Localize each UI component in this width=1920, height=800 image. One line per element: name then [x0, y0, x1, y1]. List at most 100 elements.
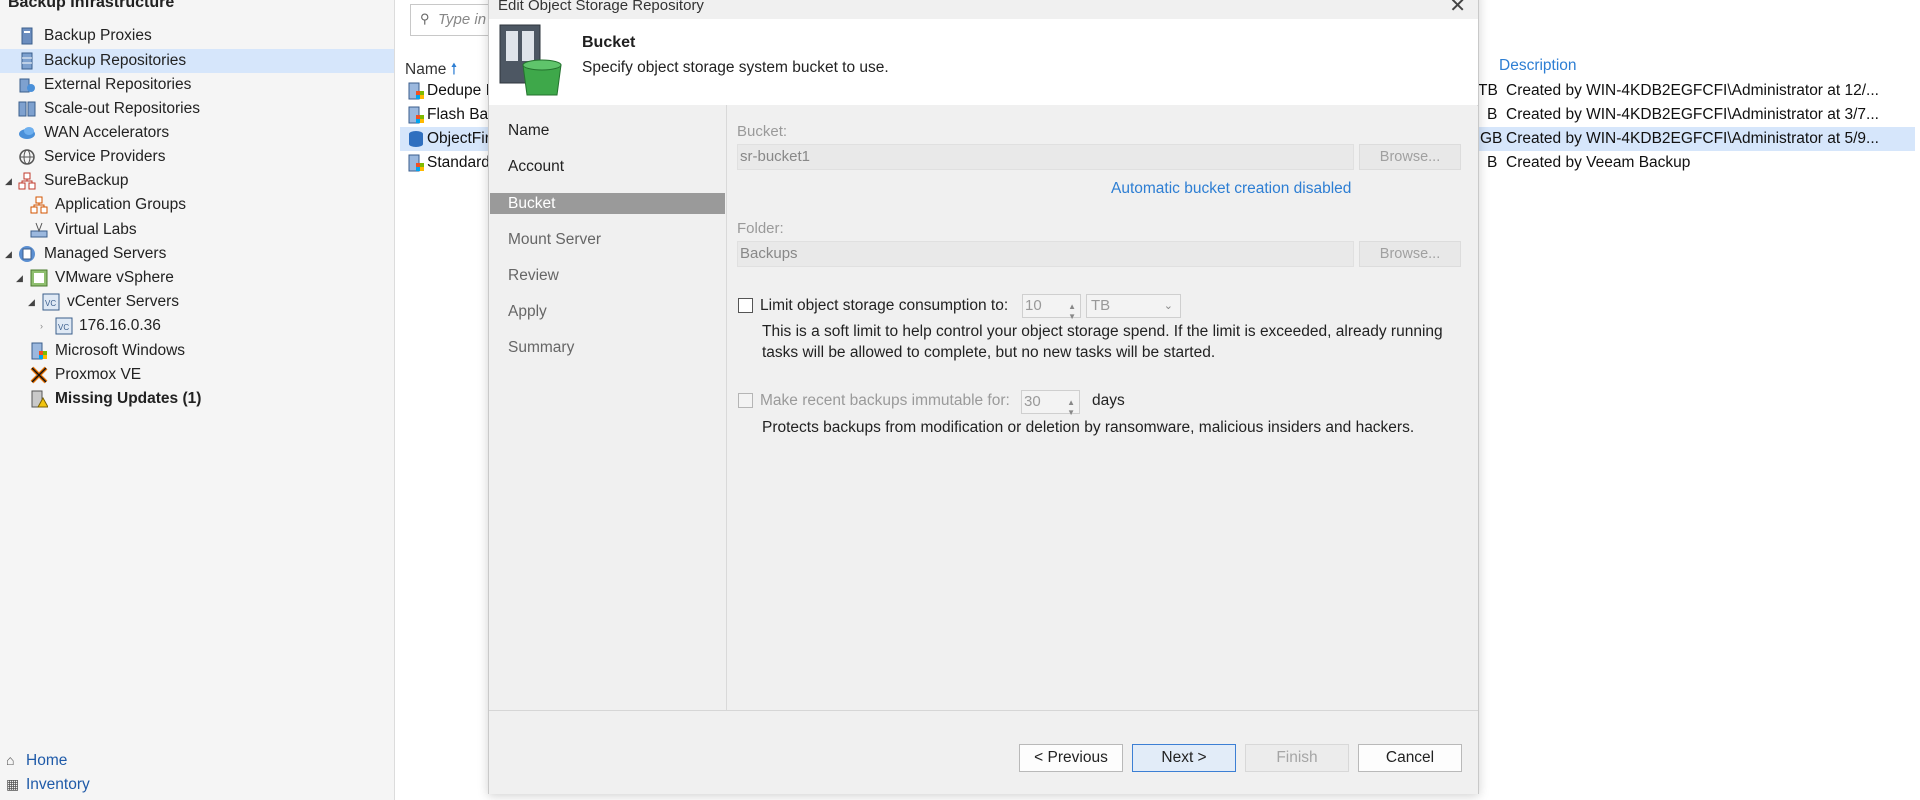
tree-item-label: Microsoft Windows	[55, 342, 186, 359]
tree-item-service-providers[interactable]: Service Providers	[0, 145, 394, 169]
windows-icon	[30, 342, 48, 360]
dialog-footer: < Previous Next > Finish Cancel	[489, 710, 1478, 794]
tree-item-vcenter-176-16-0-36[interactable]: › VC 176.16.0.36	[0, 314, 394, 338]
tree-item-label: Virtual Labs	[55, 221, 137, 238]
row-name: Flash Bac	[427, 106, 496, 123]
dialog-title: Edit Object Storage Repository	[498, 0, 704, 14]
wizard-step-review[interactable]: Review	[490, 265, 725, 286]
tree-item-label: WAN Accelerators	[44, 124, 170, 141]
column-header-description[interactable]: Description	[1499, 57, 1577, 75]
limit-value: 10	[1025, 297, 1042, 314]
limit-unit-select[interactable]: TB ⌄	[1086, 294, 1181, 318]
collapse-arrow-icon[interactable]: ◢	[5, 169, 12, 193]
row-description: Created by Veeam Backup	[1506, 154, 1691, 171]
search-input[interactable]: Type in	[438, 11, 486, 28]
tree-item-managed-servers[interactable]: ◢ Managed Servers	[0, 242, 394, 266]
collapse-arrow-icon[interactable]: ◢	[5, 242, 12, 266]
tree-item-label: SureBackup	[44, 172, 129, 189]
vcenter-icon: VC	[42, 293, 60, 311]
row-description: Created by WIN-4KDB2EGFCFI\Administrator…	[1506, 82, 1879, 99]
close-icon[interactable]: ✕	[1449, 0, 1466, 18]
wizard-step-summary[interactable]: Summary	[490, 337, 725, 358]
home-icon: ⌂	[6, 752, 15, 768]
panel-title: Backup Infrastructure	[8, 0, 175, 11]
nav-inventory-label: Inventory	[26, 776, 90, 793]
wizard-step-name[interactable]: Name	[490, 120, 725, 141]
expand-arrow-icon[interactable]: ›	[40, 314, 43, 338]
row-size-suffix: B	[1487, 106, 1498, 123]
limit-help-text: This is a soft limit to help control you…	[762, 323, 1443, 340]
tree-item-label: 176.16.0.36	[79, 317, 161, 334]
sort-ascending-icon: 🠕	[450, 61, 458, 78]
application-group-icon	[30, 196, 48, 214]
tree-item-scaleout-repositories[interactable]: Scale-out Repositories	[0, 97, 394, 121]
tree-item-surebackup[interactable]: ◢ SureBackup	[0, 169, 394, 193]
wizard-step-apply[interactable]: Apply	[490, 301, 725, 322]
search-icon: ⚲	[420, 11, 430, 26]
limit-unit-value: TB	[1091, 297, 1111, 314]
folder-field[interactable]: Backups	[737, 241, 1354, 267]
limit-value-stepper[interactable]: 10 ▲ ▼	[1022, 294, 1081, 321]
folder-browse-button[interactable]: Browse...	[1359, 241, 1461, 267]
tree-item-wan-accelerators[interactable]: WAN Accelerators	[0, 121, 394, 145]
nav-inventory[interactable]: ▦ Inventory	[6, 776, 90, 794]
tree-item-virtual-labs[interactable]: Virtual Labs	[0, 218, 394, 242]
bucket-browse-button[interactable]: Browse...	[1359, 144, 1461, 170]
repository-icon	[407, 106, 425, 124]
repository-icon	[407, 82, 425, 100]
immutable-unit-label: days	[1092, 392, 1125, 409]
row-name: Standard	[427, 154, 490, 171]
tree-item-application-groups[interactable]: Application Groups	[0, 193, 394, 217]
wizard-step-mount-server[interactable]: Mount Server	[490, 229, 725, 250]
nav-home[interactable]: ⌂ Home	[6, 752, 67, 770]
tree-item-label: Managed Servers	[44, 245, 167, 262]
wizard-step-bucket[interactable]: Bucket	[490, 193, 725, 214]
row-description: Created by WIN-4KDB2EGFCFI\Administrator…	[1506, 130, 1879, 147]
immutable-days-stepper[interactable]: 30 ▲ ▼	[1021, 390, 1080, 417]
folder-label: Folder:	[737, 220, 784, 237]
tree-item-label: Backup Repositories	[44, 52, 187, 69]
virtual-lab-icon	[30, 221, 48, 239]
next-button[interactable]: Next >	[1132, 744, 1236, 772]
tree-item-microsoft-windows[interactable]: Microsoft Windows	[0, 339, 394, 363]
limit-consumption-checkbox[interactable]	[738, 298, 753, 313]
tree-item-vcenter-servers[interactable]: ◢ VC vCenter Servers	[0, 290, 394, 314]
step-title: Bucket	[582, 34, 636, 51]
row-description: Created by WIN-4KDB2EGFCFI\Administrator…	[1506, 106, 1879, 123]
tree-item-proxmox-ve[interactable]: Proxmox VE	[0, 363, 394, 387]
scaleout-repository-icon	[18, 100, 36, 118]
cancel-button[interactable]: Cancel	[1358, 744, 1462, 772]
wizard-steps: Name Account Bucket Mount Server Review …	[489, 105, 727, 710]
proxy-icon	[18, 27, 36, 45]
tree-item-external-repositories[interactable]: External Repositories	[0, 73, 394, 97]
auto-bucket-creation-link[interactable]: Automatic bucket creation disabled	[1111, 180, 1351, 198]
svg-text:VC: VC	[45, 299, 56, 308]
tree-item-label: Service Providers	[44, 148, 166, 165]
repository-icon	[407, 154, 425, 172]
tree-item-backup-repositories[interactable]: Backup Repositories	[0, 49, 394, 73]
bucket-storage-icon	[497, 21, 565, 102]
surebackup-icon	[18, 172, 36, 190]
proxmox-icon	[30, 366, 48, 384]
immutable-label: Make recent backups immutable for:	[760, 392, 1010, 409]
tree-item-label: Missing Updates (1)	[55, 390, 202, 407]
managed-servers-icon	[18, 245, 36, 263]
bucket-field[interactable]: sr-bucket1	[737, 144, 1354, 170]
row-size-suffix: B	[1487, 154, 1498, 171]
collapse-arrow-icon[interactable]: ◢	[16, 266, 23, 290]
tree-item-label: VMware vSphere	[55, 269, 174, 286]
collapse-arrow-icon[interactable]: ◢	[28, 290, 35, 314]
finish-button[interactable]: Finish	[1245, 744, 1349, 772]
tree-item-missing-updates[interactable]: Missing Updates (1)	[0, 387, 394, 411]
wizard-step-account[interactable]: Account	[490, 156, 725, 177]
previous-button[interactable]: < Previous	[1019, 744, 1123, 772]
external-repository-icon	[18, 76, 36, 94]
tree-item-vmware-vsphere[interactable]: ◢ VMware vSphere	[0, 266, 394, 290]
service-provider-icon	[18, 148, 36, 166]
chevron-down-icon: ⌄	[1163, 300, 1173, 312]
bucket-settings-pane: Bucket: sr-bucket1 Browse... Automatic b…	[727, 105, 1477, 710]
dialog-titlebar[interactable]: Edit Object Storage Repository ✕	[489, 0, 1478, 19]
immutable-checkbox[interactable]	[738, 393, 753, 408]
navigation-tree-panel: Backup Infrastructure Backup Proxies Bac…	[0, 0, 395, 800]
tree-item-backup-proxies[interactable]: Backup Proxies	[0, 24, 394, 48]
